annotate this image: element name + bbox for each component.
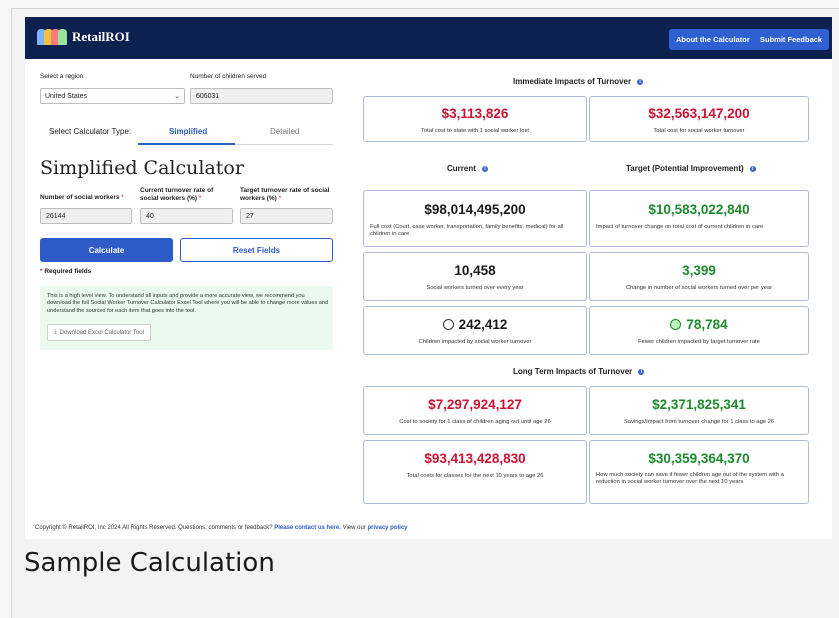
page-footer: Copyright © RetailROI, Inc 2024 All Righ… [35, 525, 408, 531]
long-term-card: $7,297,924,127 Cost to society for 1 cla… [363, 386, 587, 435]
card-description: Total cost to state with 1 social worker… [421, 128, 529, 134]
card-description: Total cost for social worker turnover [653, 128, 745, 134]
card-description: Impact of turnover change on total cost … [596, 224, 764, 230]
card-value: $3,113,826 [441, 106, 509, 121]
card-value-row: 242,412 [364, 317, 586, 332]
required-fields-note: * Required fields [40, 268, 91, 275]
info-icon[interactable]: i [637, 78, 644, 85]
card-description: Fewer children impacted by target turnov… [638, 339, 760, 345]
long-term-card: $30,359,364,370 How much society can sav… [589, 440, 809, 504]
info-icon[interactable]: i [749, 165, 756, 172]
reset-fields-button[interactable]: Reset Fields [180, 238, 333, 262]
tab-detailed[interactable]: Detailed [270, 127, 299, 136]
target-rate-label-text: Target turnover rate of social workers (… [240, 187, 330, 202]
social-workers-label-text: Number of social workers [40, 194, 120, 201]
social-workers-input[interactable]: 26144 [40, 208, 132, 224]
contact-link[interactable]: Please contact us here. [274, 525, 341, 531]
required-asterisk: * [121, 194, 124, 201]
info-note-box: This is a high level view. To understand… [40, 286, 333, 350]
card-value: $7,297,924,127 [428, 397, 522, 412]
calculator-screenshot: RetailROI About the Calculator Submit Fe… [25, 17, 832, 539]
long-term-impacts-title: Long Term Impacts of Turnover [513, 367, 633, 376]
immediate-impacts-title: Immediate Impacts of Turnover [513, 77, 632, 86]
long-term-card: $93,413,428,830 Total costs for classes … [363, 440, 587, 504]
calculator-type-label: Select Calculator Type: [49, 127, 132, 136]
current-rate-label-text: Current turnover rate of social workers … [140, 187, 214, 202]
privacy-policy-link[interactable]: privacy policy [368, 525, 408, 531]
impact-card: $3,113,826 Total cost to state with 1 so… [363, 96, 587, 142]
card-description: How much society can save if fewer child… [596, 472, 784, 485]
current-children-card: 242,412 Children impacted by social work… [363, 306, 587, 355]
target-turnover-card: 3,399 Change in number of social workers… [589, 252, 809, 301]
card-description: Cost to society for 1 class of children … [399, 419, 551, 425]
card-value: 10,458 [454, 263, 496, 278]
chevron-down-icon: ⌄ [174, 93, 180, 100]
page-title: Simplified Calculator [40, 157, 244, 179]
required-asterisk: * [40, 268, 43, 275]
children-served-input[interactable]: 606031 [190, 88, 333, 104]
immediate-impacts-heading: Immediate Impacts of Turnover i [513, 77, 644, 86]
social-workers-label: Number of social workers * [40, 194, 132, 202]
card-value: $93,413,428,830 [424, 451, 526, 466]
image-caption: Sample Calculation [24, 548, 275, 578]
card-description: Full cost (Court, case worker, transport… [370, 224, 564, 237]
download-excel-button[interactable]: ⤓ Download Excel Calculator Tool [47, 324, 151, 341]
target-rate-label: Target turnover rate of social workers (… [240, 187, 335, 202]
brand-name: RetailROI [72, 29, 130, 44]
card-description: Social workers turned over every year [426, 285, 524, 291]
target-children-card: 78,784 Fewer children impacted by target… [589, 306, 809, 355]
tab-simplified[interactable]: Simplified [169, 127, 207, 136]
card-value: $32,563,147,200 [648, 106, 750, 121]
region-label: Select a region [40, 73, 84, 80]
long-term-card: $2,371,825,341 Savings/Impact from turno… [589, 386, 809, 435]
info-note-text: This is a high level view. To understand… [47, 293, 329, 314]
current-heading: Current i [447, 164, 488, 173]
active-tab-indicator [138, 143, 235, 145]
target-cost-card: $10,583,022,840 Impact of turnover chang… [589, 190, 809, 247]
about-calculator-button[interactable]: About the Calculator [669, 29, 757, 50]
required-asterisk: * [278, 194, 282, 202]
info-icon[interactable]: i [638, 368, 645, 375]
current-cost-card: $98,014,495,200 Full cost (Court, case w… [363, 190, 587, 247]
download-label: Download Excel Calculator Tool [59, 329, 144, 336]
required-asterisk: * [198, 194, 202, 202]
card-value: $30,359,364,370 [648, 451, 750, 466]
card-value: $2,371,825,341 [652, 397, 746, 412]
people-logo-icon [37, 29, 67, 45]
top-nav-bar: RetailROI About the Calculator Submit Fe… [25, 17, 832, 59]
happy-face-icon [670, 319, 682, 330]
long-term-impacts-heading: Long Term Impacts of Turnover i [513, 367, 645, 376]
card-description: Savings/Impact from turnover change for … [623, 419, 775, 425]
children-served-label: Number of children served [190, 73, 267, 80]
target-heading: Target (Potential Improvement) i [626, 164, 756, 173]
calculate-button[interactable]: Calculate [40, 238, 173, 262]
card-value: 78,784 [686, 317, 728, 332]
card-value: $10,583,022,840 [648, 202, 750, 217]
card-description: Total costs for classes for the next 10 … [406, 473, 544, 479]
region-value: United States [45, 92, 88, 100]
current-title: Current [447, 164, 476, 173]
region-select[interactable]: United States ⌄ [40, 88, 185, 104]
current-rate-label: Current turnover rate of social workers … [140, 187, 232, 202]
card-value: $98,014,495,200 [424, 202, 526, 217]
card-description: Change in number of social workers turne… [625, 285, 773, 291]
download-icon: ⤓ [54, 329, 57, 335]
required-fields-text: Required fields [44, 268, 92, 275]
impact-card: $32,563,147,200 Total cost for social wo… [589, 96, 809, 142]
card-value: 3,399 [682, 263, 716, 278]
current-turnover-card: 10,458 Social workers turned over every … [363, 252, 587, 301]
target-rate-input[interactable]: 27 [240, 208, 333, 224]
info-icon[interactable]: i [481, 165, 488, 172]
copyright-text: Copyright © RetailROI, Inc 2024 All Righ… [35, 525, 273, 531]
card-description: Children impacted by social worker turno… [418, 339, 532, 345]
card-value-row: 78,784 [590, 317, 808, 332]
card-value: 242,412 [458, 317, 508, 332]
privacy-prefix: View our [342, 525, 366, 531]
target-title: Target (Potential Improvement) [626, 164, 744, 173]
submit-feedback-button[interactable]: Submit Feedback [753, 29, 830, 50]
sad-face-icon [442, 319, 454, 330]
current-rate-input[interactable]: 40 [140, 208, 233, 224]
brand-logo[interactable]: RetailROI [37, 29, 130, 45]
